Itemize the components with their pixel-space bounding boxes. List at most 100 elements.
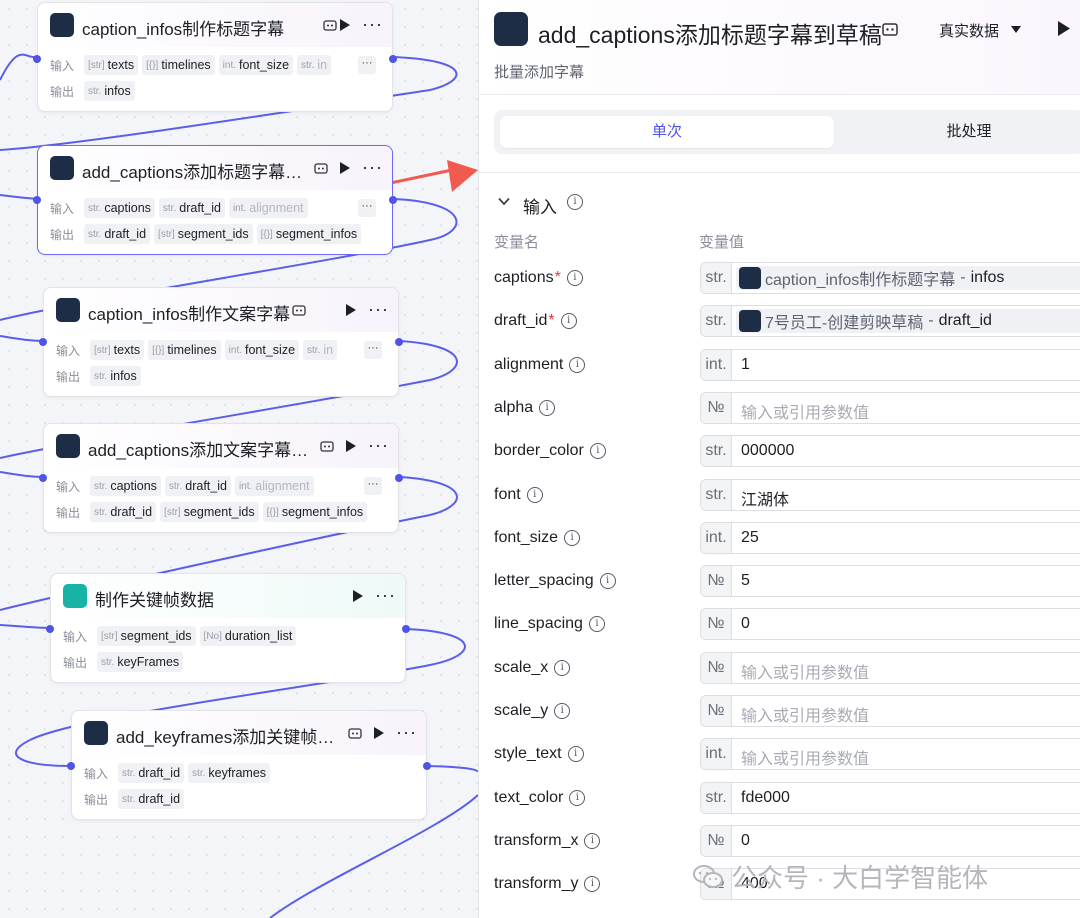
param-input[interactable]: str. 7号员工-创建剪映草稿 - draft_id [700, 305, 1080, 337]
type-badge[interactable]: № [701, 826, 732, 856]
type-badge[interactable]: str. [701, 783, 732, 813]
type-badge[interactable]: str. [701, 436, 732, 466]
run-node-icon[interactable] [337, 159, 353, 177]
caret-down-icon[interactable] [1011, 26, 1021, 33]
data-mode-select[interactable]: 真实数据 [939, 20, 999, 41]
type-badge[interactable]: № [701, 653, 732, 683]
workflow-node[interactable]: 制作关键帧数据 ··· 输入 [str] segment_ids [No] dura… [46, 573, 410, 683]
workflow-canvas[interactable]: caption_infos制作标题字幕 ··· 输入 [str] texts [{… [0, 0, 478, 918]
type-badge[interactable]: int. [701, 739, 732, 769]
workflow-node[interactable]: add_captions添加标题字幕… ··· 输入 str. captions … [33, 145, 397, 255]
more-icon[interactable]: ··· [375, 586, 396, 604]
param-placeholder[interactable]: 输入或引用参数值 [741, 399, 869, 423]
more-params-button[interactable]: ··· [358, 199, 376, 217]
input-port[interactable] [39, 338, 47, 346]
info-icon[interactable]: i [567, 194, 583, 210]
param-input[interactable]: № 0 [700, 825, 1080, 857]
param-placeholder[interactable]: 输入或引用参数值 [741, 659, 869, 683]
info-icon[interactable]: i [560, 313, 577, 329]
param-value[interactable]: 0 [741, 615, 750, 633]
type-badge[interactable]: int. [701, 523, 732, 553]
param-input[interactable]: int. 1 [700, 349, 1080, 381]
workflow-node[interactable]: add_captions添加文案字幕… ··· 输入 str. captions … [39, 423, 403, 533]
input-port[interactable] [46, 625, 54, 633]
info-icon[interactable]: i [588, 616, 605, 632]
output-port[interactable] [389, 55, 397, 63]
input-port[interactable] [67, 762, 75, 770]
info-icon[interactable]: i [584, 876, 601, 892]
output-port[interactable] [395, 474, 403, 482]
param-input[interactable]: int. 25 [700, 522, 1080, 554]
run-node-icon[interactable] [337, 16, 353, 34]
more-icon[interactable]: ··· [368, 300, 389, 318]
param-value[interactable]: 25 [741, 529, 759, 547]
info-icon[interactable]: i [554, 703, 571, 719]
info-icon[interactable]: i [567, 746, 584, 762]
param-input[interactable]: str. 江湖体 [700, 479, 1080, 511]
run-icon[interactable] [1057, 20, 1071, 37]
param-value[interactable]: 1 [741, 356, 750, 374]
info-icon[interactable]: i [584, 833, 601, 849]
param-input[interactable]: № 输入或引用参数值 [700, 392, 1080, 424]
input-port[interactable] [33, 196, 41, 204]
output-port[interactable] [423, 762, 431, 770]
param-input[interactable]: № 输入或引用参数值 [700, 652, 1080, 684]
info-icon[interactable]: i [554, 660, 571, 676]
param-input[interactable]: str. 000000 [700, 435, 1080, 467]
more-icon[interactable]: ··· [396, 723, 417, 741]
type-badge[interactable]: str. [701, 263, 732, 293]
param-value[interactable]: 5 [741, 572, 750, 590]
run-node-icon[interactable] [343, 301, 359, 319]
output-port[interactable] [389, 196, 397, 204]
param-input[interactable]: № 5 [700, 565, 1080, 597]
info-icon[interactable]: i [564, 530, 581, 546]
tab-batch[interactable]: 批处理 [854, 116, 1080, 148]
input-port[interactable] [39, 474, 47, 482]
info-icon[interactable]: i [526, 487, 543, 503]
workflow-node[interactable]: add_keyframes添加关键帧… ··· 输入 str. draft_id … [67, 710, 431, 820]
run-node-icon[interactable] [343, 437, 359, 455]
output-port[interactable] [395, 338, 403, 346]
reference-tag[interactable]: 7号员工-创建剪映草稿 - draft_id [736, 309, 1080, 333]
chevron-down-icon[interactable] [498, 197, 510, 206]
param-value[interactable]: 0 [741, 832, 750, 850]
tab-single[interactable]: 单次 [500, 116, 834, 148]
info-icon[interactable]: i [539, 400, 556, 416]
more-icon[interactable]: ··· [362, 15, 383, 33]
param-input[interactable]: № 输入或引用参数值 [700, 695, 1080, 727]
info-icon[interactable]: i [589, 443, 606, 459]
type-badge[interactable]: № [701, 696, 732, 726]
run-node-icon[interactable] [371, 724, 387, 742]
workflow-node[interactable]: caption_infos制作文案字幕 ··· 输入 [str] texts [{… [39, 287, 403, 397]
type-badge[interactable]: № [701, 609, 732, 639]
more-params-button[interactable]: ··· [358, 56, 376, 74]
type-badge[interactable]: int. [701, 350, 732, 380]
param-input[interactable]: № 0 [700, 608, 1080, 640]
info-icon[interactable]: i [599, 573, 616, 589]
reference-tag[interactable]: caption_infos制作标题字幕 - infos [736, 266, 1080, 290]
param-input[interactable]: str. caption_infos制作标题字幕 - infos [700, 262, 1080, 294]
input-port[interactable] [33, 55, 41, 63]
info-icon[interactable]: i [569, 790, 586, 806]
param-value[interactable]: 000000 [741, 442, 794, 460]
more-icon[interactable]: ··· [362, 158, 383, 176]
plugin-icon [84, 721, 108, 745]
more-icon[interactable]: ··· [368, 436, 389, 454]
param-placeholder[interactable]: 输入或引用参数值 [741, 702, 869, 726]
param-placeholder[interactable]: 输入或引用参数值 [741, 745, 869, 769]
more-params-button[interactable]: ··· [364, 341, 382, 359]
workflow-node[interactable]: caption_infos制作标题字幕 ··· 输入 [str] texts [{… [33, 2, 397, 112]
param-input[interactable]: str. fde000 [700, 782, 1080, 814]
param-input[interactable]: int. 输入或引用参数值 [700, 738, 1080, 770]
more-params-button[interactable]: ··· [364, 477, 382, 495]
run-node-icon[interactable] [350, 587, 366, 605]
info-icon[interactable]: i [569, 357, 586, 373]
param-value[interactable]: 江湖体 [741, 486, 789, 510]
param-value[interactable]: fde000 [741, 789, 790, 807]
output-port[interactable] [402, 625, 410, 633]
type-badge[interactable]: str. [701, 306, 732, 336]
type-badge[interactable]: № [701, 393, 732, 423]
info-icon[interactable]: i [566, 270, 583, 286]
type-badge[interactable]: str. [701, 480, 732, 510]
type-badge[interactable]: № [701, 566, 732, 596]
